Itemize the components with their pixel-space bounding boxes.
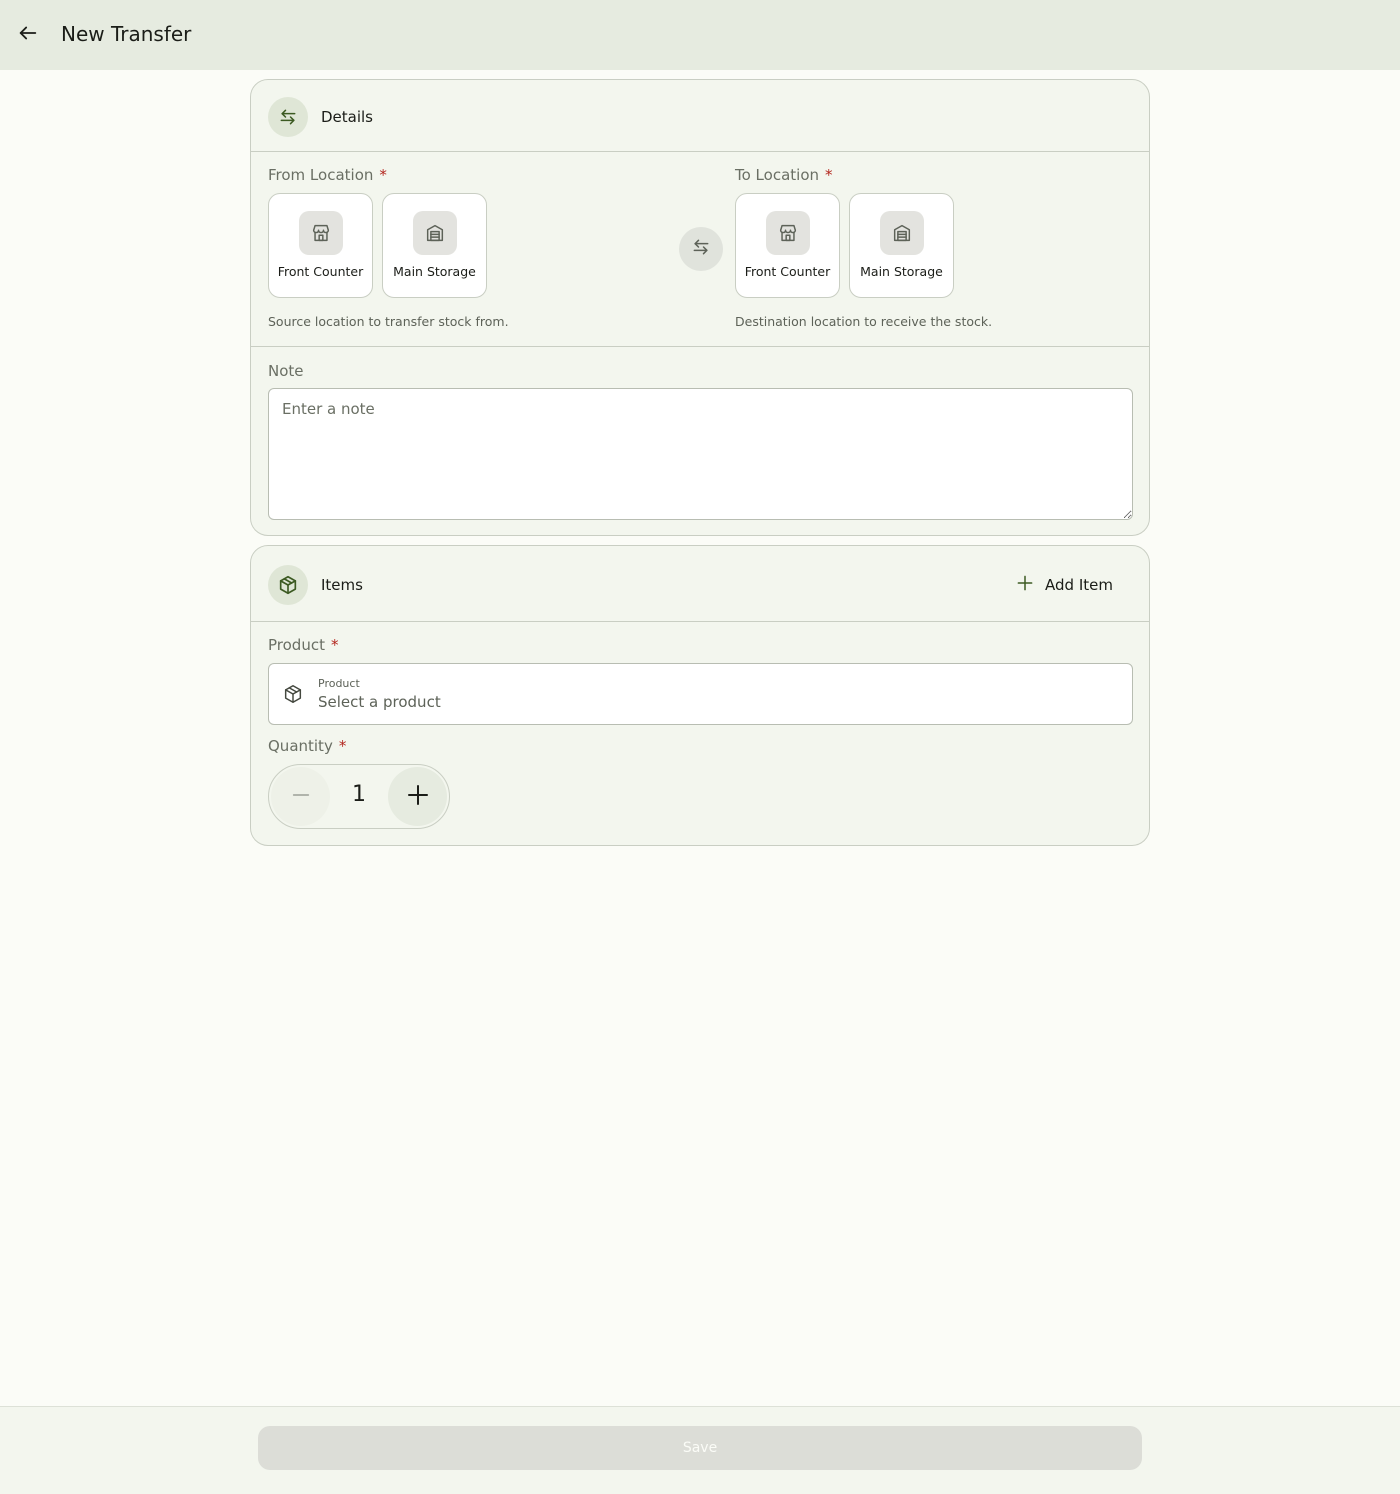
from-location-label-text: From Location [268, 166, 374, 184]
product-placeholder: Select a product [318, 693, 441, 711]
to-option-main-storage[interactable]: Main Storage [849, 193, 954, 298]
from-location-label: From Location * [268, 166, 387, 184]
warehouse-icon [880, 211, 924, 255]
from-option-label: Main Storage [393, 264, 476, 279]
add-item-button[interactable]: Add Item [999, 565, 1129, 605]
product-select[interactable]: Product Select a product [268, 663, 1133, 725]
to-option-label: Front Counter [744, 264, 831, 279]
to-location-label-text: To Location [735, 166, 820, 184]
from-option-label: Front Counter [277, 264, 364, 279]
minus-icon [290, 784, 312, 810]
swap-locations-button[interactable] [679, 227, 723, 271]
warehouse-icon [413, 211, 457, 255]
top-app-bar: New Transfer [0, 0, 1400, 70]
increase-quantity-button[interactable] [388, 767, 447, 826]
plus-icon [1015, 573, 1035, 597]
quantity-stepper: 1 [268, 764, 450, 829]
product-label-text: Product [268, 636, 325, 654]
details-card: Details From Location * Front Counter Mai… [250, 79, 1150, 536]
storefront-icon [766, 211, 810, 255]
from-option-front-counter[interactable]: Front Counter [268, 193, 373, 298]
to-location-helper: Destination location to receive the stoc… [735, 314, 993, 329]
section-divider [251, 346, 1149, 347]
items-title: Items [321, 576, 363, 594]
items-card-header: Items Add Item [251, 546, 1149, 622]
quantity-value: 1 [352, 782, 366, 807]
from-location-helper: Source location to transfer stock from. [268, 314, 509, 329]
details-card-header: Details [251, 80, 1149, 152]
required-mark: * [330, 636, 339, 654]
storefront-icon [299, 211, 343, 255]
note-textarea[interactable] [268, 388, 1133, 520]
items-card: Items Add Item Product * Product Select a… [250, 545, 1150, 846]
swap-arrows-icon [691, 237, 711, 261]
product-label: Product * [268, 636, 338, 654]
add-item-label: Add Item [1045, 576, 1113, 594]
plus-icon [406, 783, 430, 811]
product-field-label: Product [318, 677, 360, 690]
bottom-action-bar: Save [0, 1406, 1400, 1494]
back-button[interactable] [10, 17, 46, 53]
swap-arrows-icon [268, 97, 308, 137]
to-location-label: To Location * [735, 166, 833, 184]
from-option-main-storage[interactable]: Main Storage [382, 193, 487, 298]
quantity-label: Quantity * [268, 737, 346, 755]
page-title: New Transfer [61, 22, 192, 46]
required-mark: * [379, 166, 387, 184]
required-mark: * [825, 166, 833, 184]
details-title: Details [321, 108, 374, 126]
package-icon [282, 683, 304, 709]
package-icon [268, 565, 308, 605]
required-mark: * [338, 737, 347, 755]
note-label: Note [268, 362, 304, 380]
to-option-front-counter[interactable]: Front Counter [735, 193, 840, 298]
decrease-quantity-button[interactable] [271, 767, 330, 826]
quantity-label-text: Quantity [268, 737, 333, 755]
arrow-left-icon [17, 22, 39, 48]
save-button[interactable]: Save [258, 1426, 1142, 1470]
to-option-label: Main Storage [860, 264, 943, 279]
